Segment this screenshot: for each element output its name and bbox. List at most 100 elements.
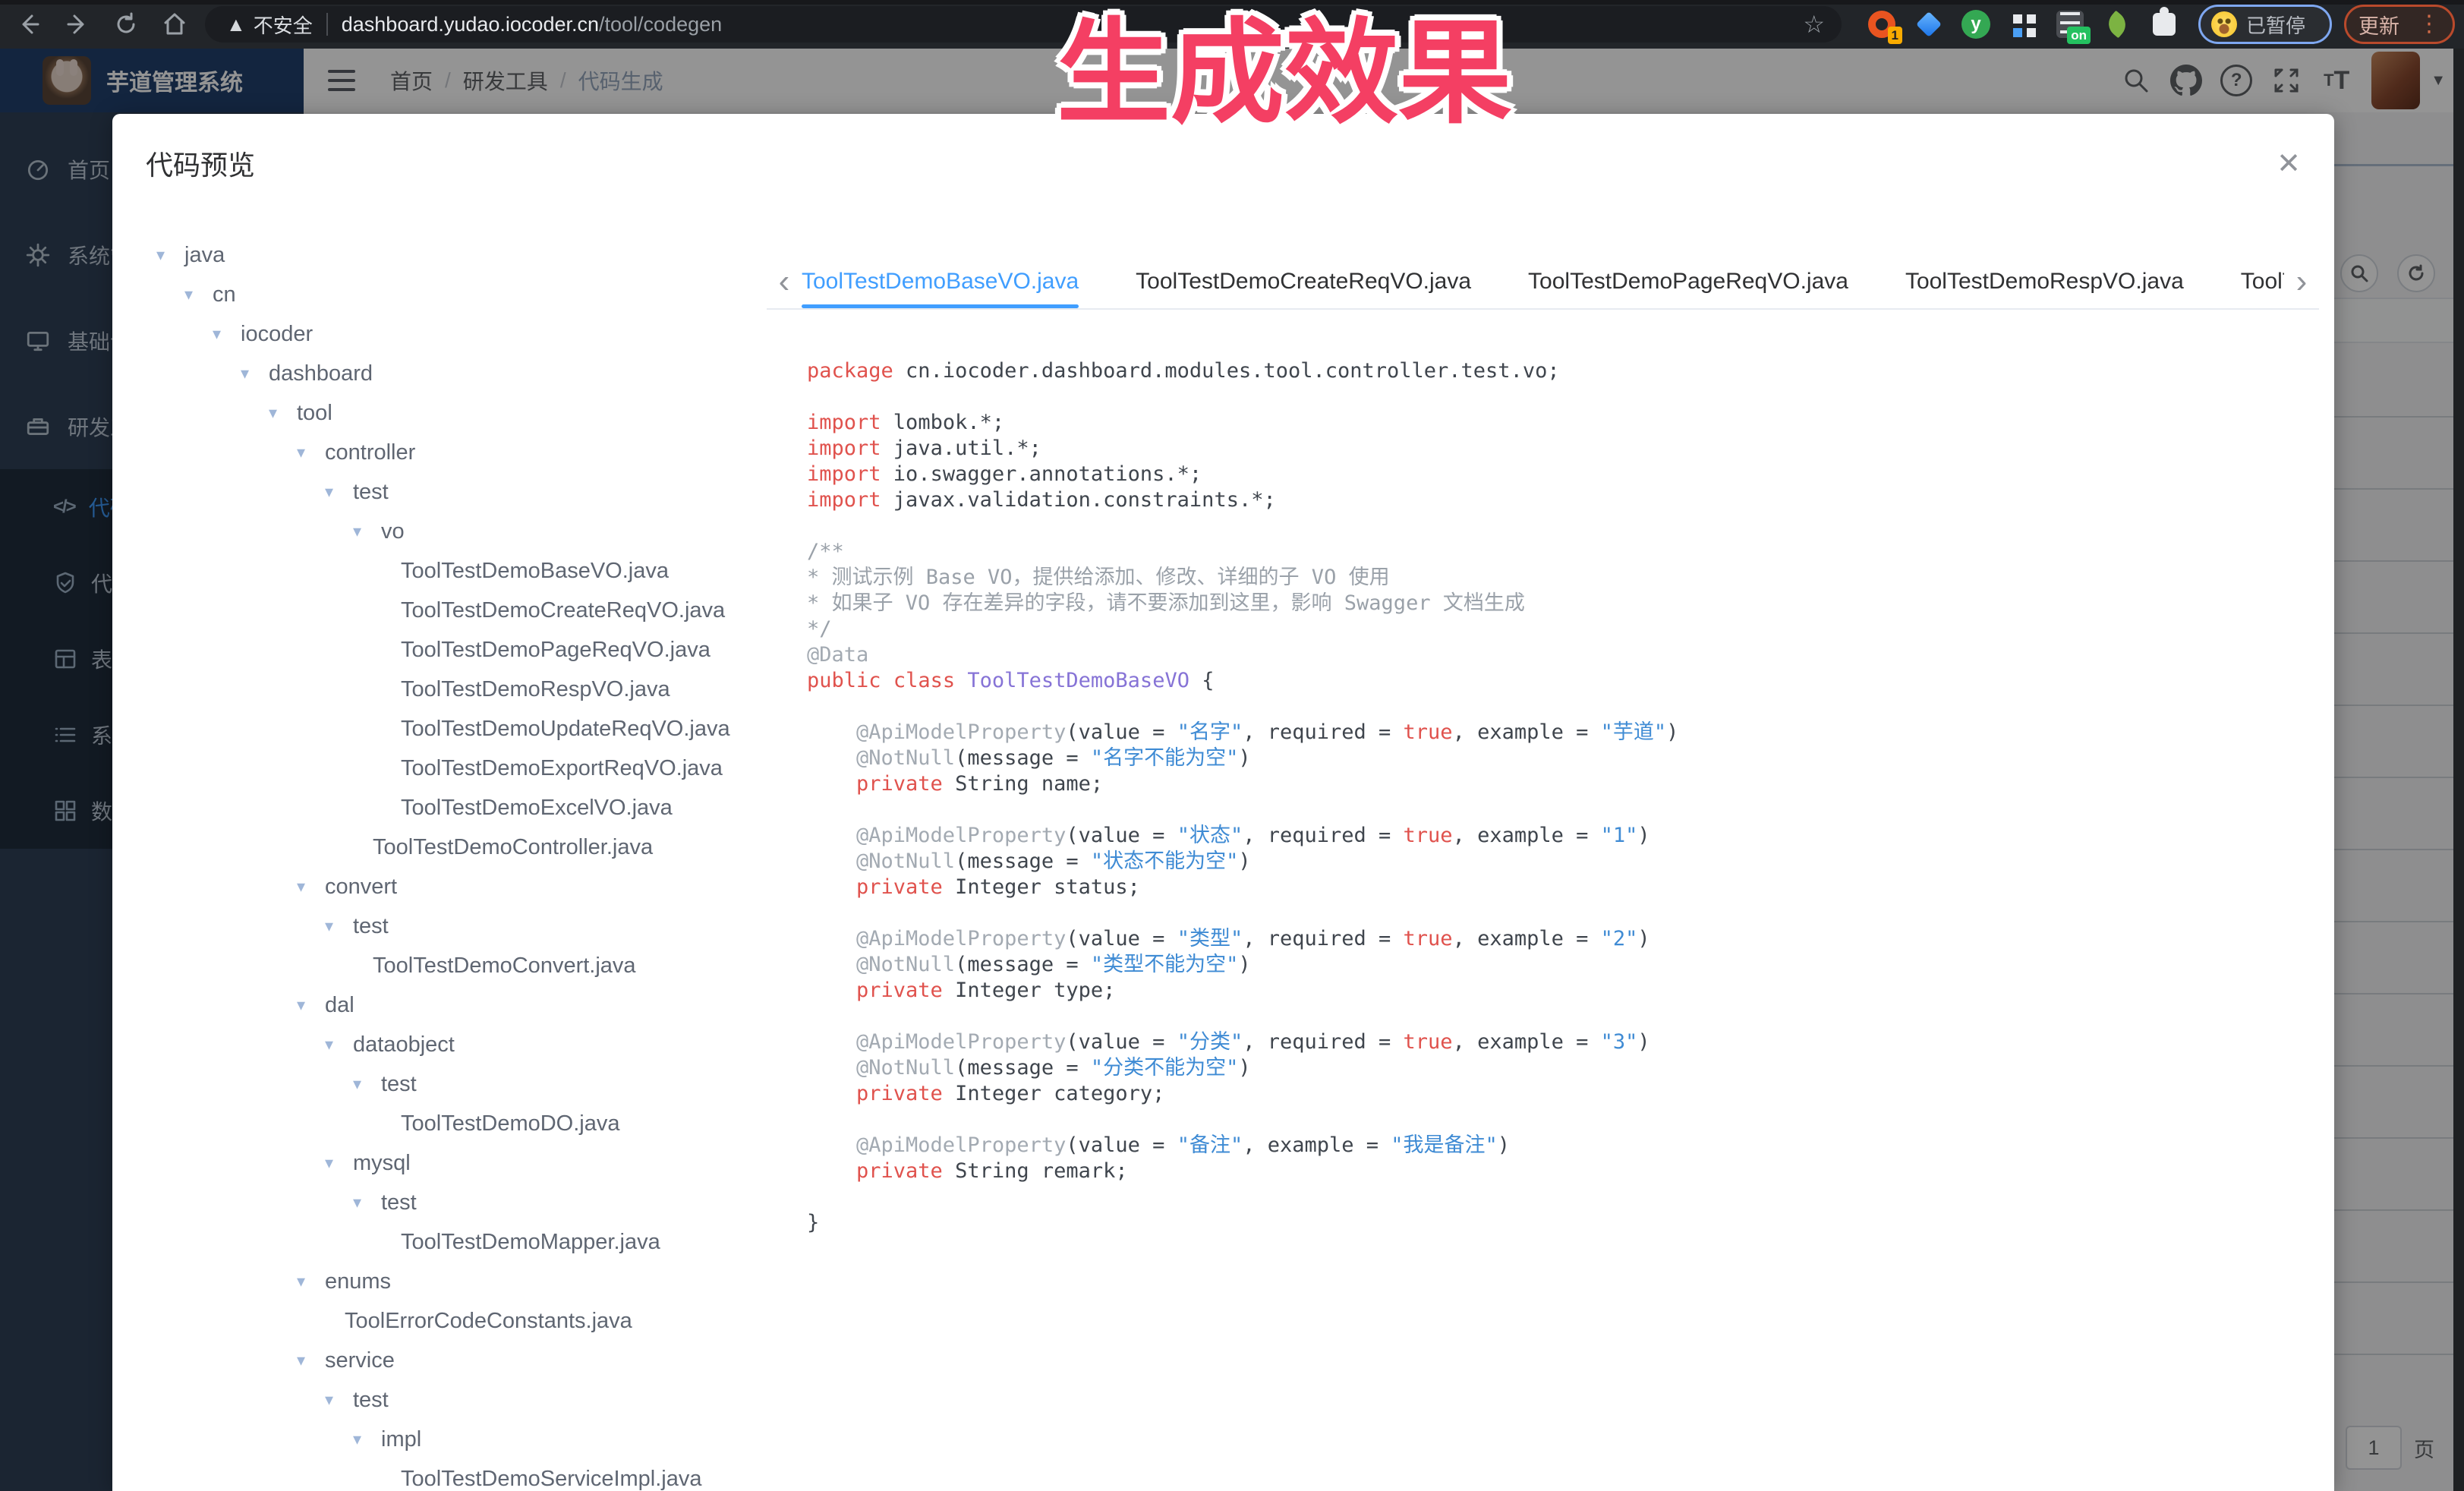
tree-node[interactable]: ▾test [112,1380,767,1420]
extension-script-icon[interactable]: on [2047,5,2094,44]
extension-grid-icon[interactable] [1999,5,2047,44]
tab-file[interactable]: ToolTestDemoCreateReqVO.java [1136,255,1471,308]
tree-node[interactable]: ToolTestDemoCreateReqVO.java [112,591,767,630]
tab-file[interactable]: ToolTestDemoPageReqVO.java [1528,255,1848,308]
caret-down-icon[interactable]: ▾ [353,1193,381,1212]
tree-node[interactable]: ToolTestDemoBaseVO.java [112,551,767,591]
file-tree: ▾java▾cn▾iocoder▾dashboard▾tool▾controll… [112,213,767,1491]
tree-node[interactable]: ToolTestDemoController.java [112,827,767,867]
bookmark-star-icon[interactable]: ☆ [1803,10,1825,39]
browser-update-button[interactable]: 更新 ⋮ [2344,5,2455,44]
tree-node[interactable]: ToolTestDemoPageReqVO.java [112,630,767,670]
security-label[interactable]: 不安全 [254,11,313,39]
caret-down-icon[interactable]: ▾ [297,877,325,897]
tree-node[interactable]: ▾impl [112,1420,767,1459]
extension-puzzle-icon[interactable] [2141,5,2188,44]
kebab-menu-icon[interactable]: ⋮ [2418,17,2440,31]
tabs: ToolTestDemoBaseVO.java ToolTestDemoCreat… [802,255,2284,308]
tree-node[interactable]: ToolTestDemoDO.java [112,1104,767,1143]
tree-node[interactable]: ToolTestDemoMapper.java [112,1222,767,1262]
caret-down-icon[interactable]: ▾ [297,1272,325,1291]
home-icon [161,11,188,38]
tab-file[interactable]: ToolTestDemoBaseVO.java [802,255,1079,308]
paused-extension-pill[interactable]: 已暂停 [2198,5,2332,44]
code-line: @ApiModelProperty(value = "类型", required… [807,926,2334,952]
tree-node[interactable]: ▾dal [112,985,767,1025]
caret-down-icon[interactable]: ▾ [184,285,213,304]
code-line: * 如果子 VO 存在差异的字段，请不要添加到这里，影响 Swagger 文档生… [807,591,2334,616]
tabs-scroll-left-icon[interactable]: ‹ [767,255,802,308]
caret-down-icon[interactable]: ▾ [156,245,184,265]
caret-down-icon[interactable]: ▾ [269,403,297,423]
tree-node[interactable]: ToolTestDemoExportReqVO.java [112,749,767,788]
code-line [807,513,2334,539]
tree-node-label: tool [297,401,332,426]
extension-y-icon[interactable]: y [1952,5,1999,44]
caret-down-icon[interactable]: ▾ [325,1153,353,1173]
tree-node[interactable]: ▾test [112,1064,767,1104]
browser-refresh-button[interactable] [106,5,146,44]
tree-node[interactable]: ▾mysql [112,1143,767,1183]
tree-node[interactable]: ▾test [112,1183,767,1222]
caret-down-icon[interactable]: ▾ [297,1351,325,1370]
browser-home-button[interactable] [155,5,194,44]
tree-node-label: ToolTestDemoExcelVO.java [401,796,673,821]
caret-down-icon[interactable]: ▾ [297,443,325,462]
code-line: @NotNull(message = "状态不能为空") [807,849,2334,875]
tree-node[interactable]: ▾iocoder [112,314,767,354]
refresh-icon [112,11,140,38]
gem-icon [1916,11,1942,37]
tree-node[interactable]: ▾service [112,1341,767,1380]
tree-node[interactable]: ▾vo [112,512,767,551]
tree-node[interactable]: ▾test [112,472,767,512]
tree-node[interactable]: ToolTestDemoExcelVO.java [112,788,767,827]
on-badge: on [2067,27,2091,44]
caret-down-icon[interactable]: ▾ [325,1035,353,1054]
code-line: @NotNull(message = "类型不能为空") [807,952,2334,978]
tree-node[interactable]: ▾cn [112,275,767,314]
tree-node[interactable]: ToolErrorCodeConstants.java [112,1301,767,1341]
tree-node[interactable]: ▾dataobject [112,1025,767,1064]
tree-node[interactable]: ▾dashboard [112,354,767,393]
tabs-bar: ‹ ToolTestDemoBaseVO.java ToolTestDemoCre… [767,255,2319,310]
code-line: private String name; [807,771,2334,797]
extension-ubuntu-icon[interactable]: 1 [1858,5,1905,44]
caret-down-icon[interactable]: ▾ [297,995,325,1015]
extension-leaf-icon[interactable] [2094,5,2141,44]
address-bar[interactable]: ▲ 不安全 dashboard.yudao.iocoder.cn/tool/co… [205,6,1842,43]
tab-file[interactable]: ToolTestDemoUpdateReqVO.java [2241,255,2284,308]
caret-down-icon[interactable]: ▾ [353,522,381,541]
tree-node[interactable]: ToolTestDemoRespVO.java [112,670,767,709]
tab-file[interactable]: ToolTestDemoRespVO.java [1905,255,2184,308]
caret-down-icon[interactable]: ▾ [353,1074,381,1094]
tree-node-label: cn [213,282,236,307]
code-line: @ApiModelProperty(value = "状态", required… [807,823,2334,849]
tree-node[interactable]: ▾tool [112,393,767,433]
tree-node-label: impl [381,1427,421,1452]
tree-node-label: ToolTestDemoUpdateReqVO.java [401,717,730,742]
close-icon[interactable]: ✕ [2277,147,2301,181]
tree-node-label: java [184,243,225,268]
browser-forward-button[interactable] [58,5,97,44]
tree-node[interactable]: ▾enums [112,1262,767,1301]
caret-down-icon[interactable]: ▾ [325,482,353,502]
browser-back-button[interactable] [9,5,49,44]
extension-gem-icon[interactable] [1905,5,1952,44]
tree-node[interactable]: ▾convert [112,867,767,906]
caret-down-icon[interactable]: ▾ [213,324,241,344]
tree-node[interactable]: ToolTestDemoServiceImpl.java [112,1459,767,1491]
code-line: private String remark; [807,1158,2334,1184]
caret-down-icon[interactable]: ▾ [325,1390,353,1410]
caret-down-icon[interactable]: ▾ [353,1430,381,1449]
tree-node[interactable]: ▾controller [112,433,767,472]
tabs-scroll-right-icon[interactable]: › [2284,255,2319,308]
code-line: private Integer type; [807,978,2334,1004]
tree-node[interactable]: ToolTestDemoConvert.java [112,946,767,985]
tree-node[interactable]: ToolTestDemoUpdateReqVO.java [112,709,767,749]
tree-node[interactable]: ▾test [112,906,767,946]
omnibox-divider [326,13,328,36]
browser-scrollbar[interactable] [2453,49,2464,1491]
caret-down-icon[interactable]: ▾ [325,916,353,936]
caret-down-icon[interactable]: ▾ [241,364,269,383]
tree-node[interactable]: ▾java [112,235,767,275]
